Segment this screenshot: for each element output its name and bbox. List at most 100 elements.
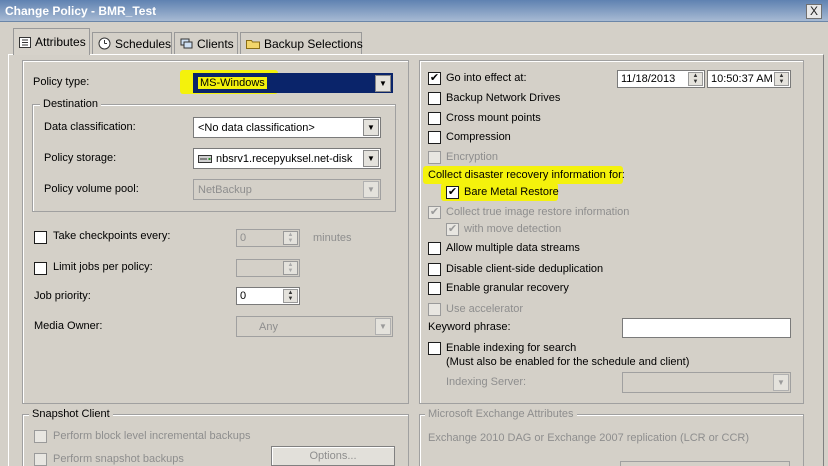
checkmark-icon: ✔	[429, 72, 440, 84]
take-checkpoints-checkbox[interactable]	[34, 231, 47, 244]
window-title: Change Policy - BMR_Test	[5, 4, 157, 18]
bare-metal-restore-label: Bare Metal Restore	[464, 186, 559, 198]
snapshot-options-button[interactable]: Options...	[271, 446, 395, 466]
enable-indexing-note: (Must also be enabled for the schedule a…	[446, 356, 690, 368]
collect-tir-label: Collect true image restore information	[446, 206, 630, 218]
data-classification-label: Data classification:	[44, 121, 136, 133]
checkmark-icon: ✔	[429, 206, 440, 218]
media-owner-label: Media Owner:	[34, 320, 103, 332]
checkpoint-interval-stepper[interactable]: 0 ▲ ▼	[236, 229, 300, 247]
data-classification-select[interactable]: <No data classification> ▼	[193, 117, 381, 138]
chevron-down-icon[interactable]: ▼	[363, 150, 379, 167]
keyword-phrase-label: Keyword phrase:	[428, 321, 511, 333]
spin-arrows-icon[interactable]: ▲ ▼	[283, 261, 298, 275]
compression-checkbox[interactable]	[428, 131, 441, 144]
cross-mount-points-label: Cross mount points	[446, 112, 541, 124]
tab-attributes[interactable]: Attributes	[13, 28, 90, 55]
policy-type-select[interactable]: MS-Windows ▼	[193, 73, 393, 93]
go-into-effect-label: Go into effect at:	[446, 72, 527, 84]
exchange-dag-select[interactable]	[620, 461, 790, 466]
exchange-dag-label: Exchange 2010 DAG or Exchange 2007 repli…	[428, 432, 749, 444]
checkmark-icon: ✔	[447, 223, 458, 235]
granular-recovery-label: Enable granular recovery	[446, 282, 569, 294]
effective-date-picker[interactable]: 11/18/2013 ▲ ▼	[617, 70, 705, 88]
enable-indexing-checkbox[interactable]	[428, 342, 441, 355]
effective-time-value: 10:50:37 AM	[711, 73, 773, 85]
encryption-checkbox[interactable]	[428, 151, 441, 164]
tab-label: Attributes	[35, 35, 86, 49]
tab-clients[interactable]: Clients	[174, 32, 238, 54]
media-owner-select[interactable]: Any ▼	[236, 316, 393, 337]
indexing-server-label: Indexing Server:	[446, 376, 527, 388]
chevron-down-icon[interactable]: ▼	[363, 181, 379, 198]
spin-arrows-icon[interactable]: ▲ ▼	[688, 72, 703, 86]
media-owner-value: Any	[259, 320, 278, 333]
backup-network-drives-checkbox[interactable]	[428, 92, 441, 105]
chevron-down-icon[interactable]: ▼	[375, 75, 391, 92]
checkmark-icon: ✔	[447, 186, 458, 198]
chevron-down-icon[interactable]: ▼	[375, 318, 391, 335]
snapshot-backups-checkbox[interactable]	[34, 453, 47, 466]
block-level-incremental-checkbox[interactable]	[34, 430, 47, 443]
destination-label: Destination	[40, 98, 102, 110]
take-checkpoints-label: Take checkpoints every:	[53, 230, 171, 242]
tab-backup-selections[interactable]: Backup Selections	[240, 32, 363, 54]
job-priority-value: 0	[240, 290, 247, 302]
go-into-effect-checkbox[interactable]: ✔	[428, 72, 441, 85]
policy-storage-value: nbsrv1.recepyuksel.net-disk	[216, 152, 353, 165]
encryption-label: Encryption	[446, 151, 498, 163]
tab-label: Backup Selections	[264, 36, 363, 51]
data-classification-value: <No data classification>	[198, 121, 315, 134]
tab-label: Schedules	[115, 36, 172, 51]
minutes-label: minutes	[313, 232, 352, 244]
snapshot-client-label: Snapshot Client	[29, 408, 113, 420]
block-level-incremental-label: Perform block level incremental backups	[53, 430, 251, 442]
limit-jobs-label: Limit jobs per policy:	[53, 261, 153, 273]
spin-arrows-icon[interactable]: ▲ ▼	[283, 289, 298, 303]
granular-recovery-checkbox[interactable]	[428, 282, 441, 295]
chevron-down-icon[interactable]: ▼	[363, 119, 379, 136]
effective-time-picker[interactable]: 10:50:37 AM ▲ ▼	[707, 70, 791, 88]
attributes-icon	[19, 36, 31, 48]
collect-dr-label: Collect disaster recovery information fo…	[428, 169, 625, 181]
limit-jobs-stepper[interactable]: ▲ ▼	[236, 259, 300, 277]
chevron-down-icon[interactable]: ▼	[773, 374, 789, 391]
policy-type-label: Policy type:	[33, 76, 90, 88]
job-priority-label: Job priority:	[34, 290, 91, 302]
policy-volume-pool-select[interactable]: NetBackup ▼	[193, 179, 381, 200]
enable-indexing-label: Enable indexing for search	[446, 342, 577, 354]
close-button[interactable]: X	[806, 4, 822, 19]
policy-volume-pool-label: Policy volume pool:	[44, 183, 139, 195]
schedules-icon	[98, 37, 111, 50]
use-accelerator-checkbox[interactable]	[428, 303, 441, 316]
multiple-streams-label: Allow multiple data streams	[446, 242, 580, 254]
effective-date-value: 11/18/2013	[621, 73, 676, 85]
policy-volume-pool-value: NetBackup	[198, 183, 252, 196]
tab-label: Clients	[197, 36, 234, 51]
spin-arrows-icon[interactable]: ▲ ▼	[774, 72, 789, 86]
move-detection-checkbox[interactable]: ✔	[446, 223, 459, 236]
policy-storage-select[interactable]: nbsrv1.recepyuksel.net-disk ▼	[193, 148, 381, 169]
cross-mount-points-checkbox[interactable]	[428, 112, 441, 125]
clients-icon	[180, 38, 193, 50]
exchange-attributes-label: Microsoft Exchange Attributes	[425, 408, 577, 420]
collect-tir-checkbox[interactable]: ✔	[428, 206, 441, 219]
disable-dedup-checkbox[interactable]	[428, 263, 441, 276]
backup-network-drives-label: Backup Network Drives	[446, 92, 561, 104]
disable-dedup-label: Disable client-side deduplication	[446, 263, 604, 275]
snapshot-backups-label: Perform snapshot backups	[53, 453, 184, 465]
indexing-server-select[interactable]: ▼	[622, 372, 791, 393]
limit-jobs-checkbox[interactable]	[34, 262, 47, 275]
job-priority-stepper[interactable]: 0 ▲ ▼	[236, 287, 300, 305]
storage-icon	[198, 154, 212, 164]
bare-metal-restore-checkbox[interactable]: ✔	[446, 186, 459, 199]
use-accelerator-label: Use accelerator	[446, 303, 524, 315]
folder-icon	[246, 38, 260, 50]
compression-label: Compression	[446, 131, 511, 143]
keyword-phrase-input[interactable]	[622, 318, 791, 338]
spin-arrows-icon[interactable]: ▲ ▼	[283, 231, 298, 245]
tab-schedules[interactable]: Schedules	[92, 32, 172, 54]
multiple-streams-checkbox[interactable]	[428, 242, 441, 255]
policy-type-value: MS-Windows	[198, 77, 267, 89]
checkpoint-interval-value: 0	[240, 232, 247, 244]
